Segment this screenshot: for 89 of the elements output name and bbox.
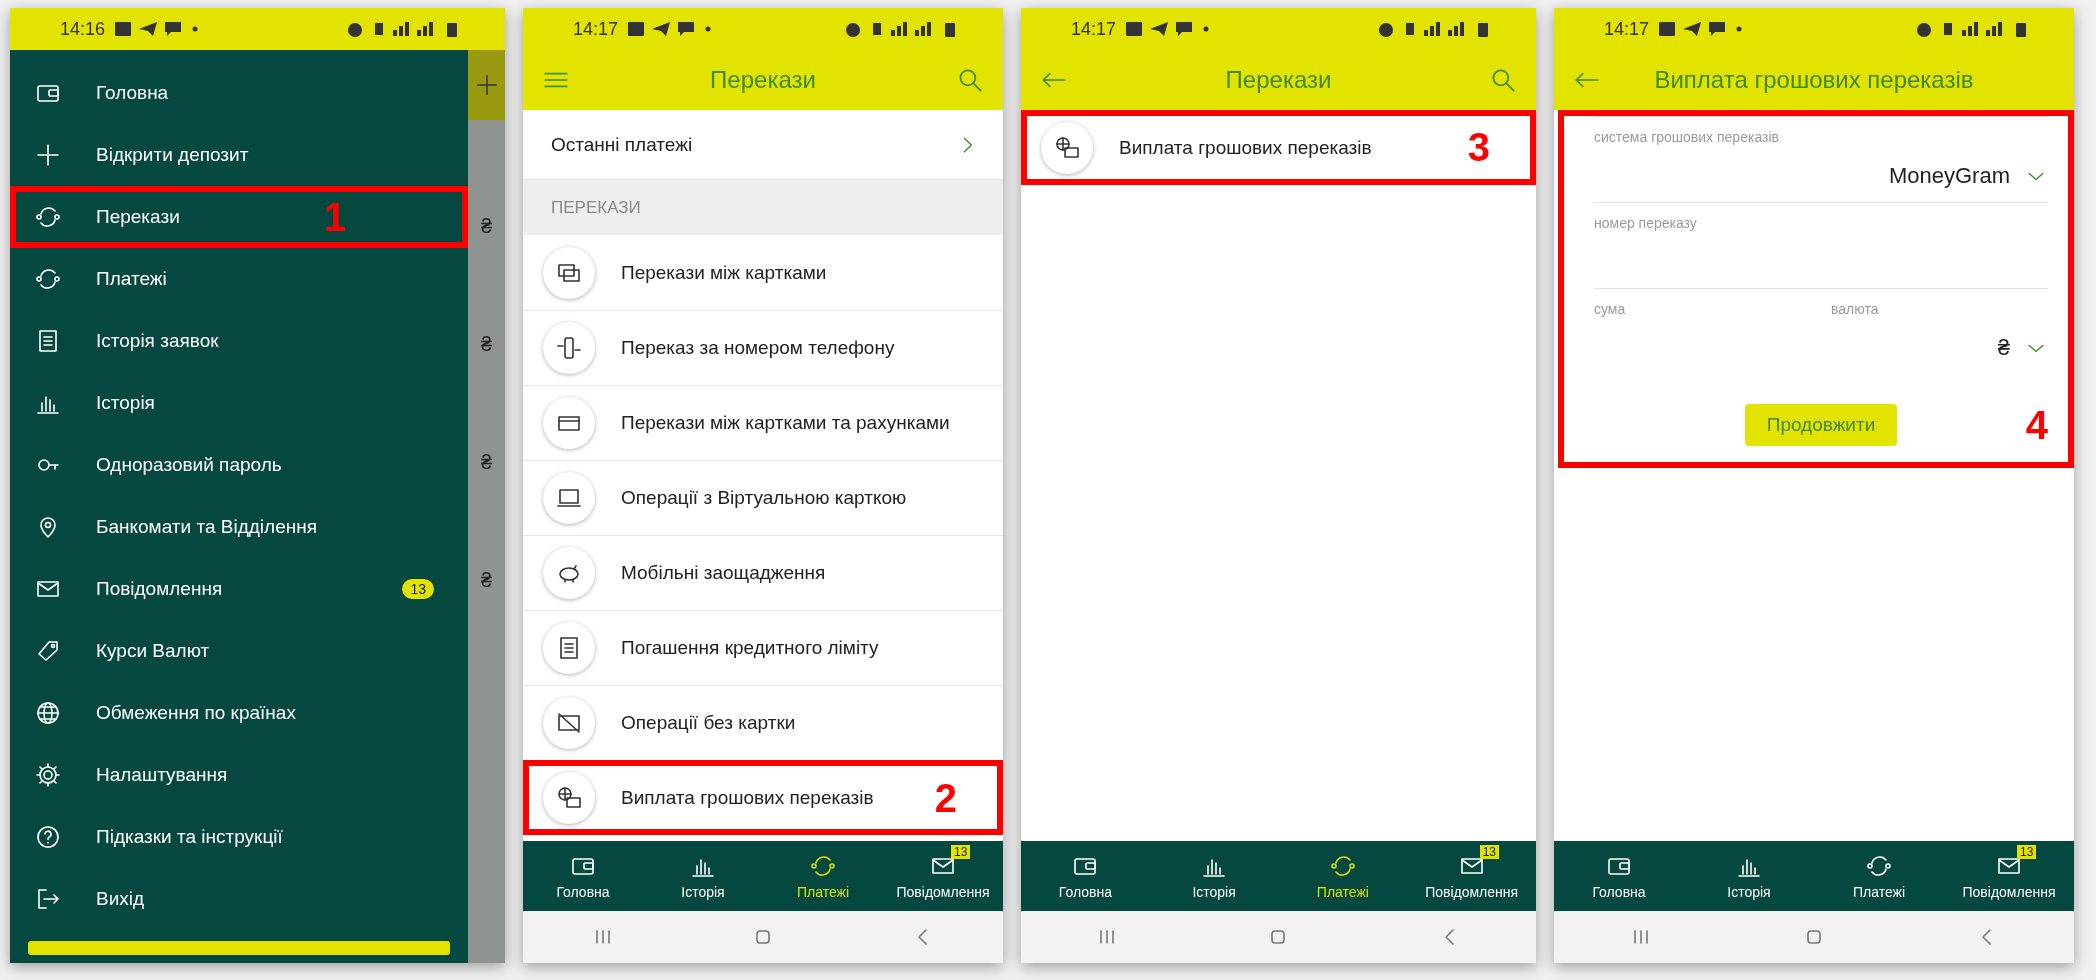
field-label: валюта [1831,301,1880,317]
nav-tab[interactable]: Головна [1554,841,1684,911]
nav-tab[interactable]: Повідомлення 13 [883,841,1003,911]
section-header: ПЕРЕКАЗИ [523,180,1003,235]
field-label: номер переказу [1594,215,1698,231]
list-item-label: Виплата грошових переказів [1119,136,1372,159]
amount-text: ₴ [480,333,493,356]
status-time: 14:17 [1604,18,1650,40]
nav-tab[interactable]: Платежі [1278,841,1408,911]
plus-icon [34,141,62,169]
nav-tab[interactable]: Повідомлення 13 [1944,841,2074,911]
status-time: 14:16 [60,18,106,40]
list-item-label: Погашення кредитного ліміту [621,637,879,659]
list-item-label: Мобільні заощадження [621,562,826,584]
menu-item-label: Історія заявок [96,330,219,352]
menu-item-label: Головна [96,82,169,104]
nav-tab[interactable]: Історія [1684,841,1814,911]
step-number: 2 [934,775,957,821]
screen-title: Виплата грошових переказів [1653,66,1975,94]
status-time: 14:17 [1071,18,1117,40]
menu-item-label: Обмеження по країнах [96,702,296,724]
menu-item-label: Банкомати та Відділення [96,516,317,538]
notification-badge: 13 [1479,845,1499,859]
field-label: сума [1594,301,1627,317]
notification-badge: 13 [951,845,971,859]
menu-item[interactable]: Підказки та інструкції [10,806,468,868]
menu-item[interactable]: Налаштування [10,744,468,806]
menu-item[interactable]: Одноразовий пароль [10,434,468,496]
menu-item[interactable]: Банкомати та Відділення [10,496,468,558]
nav-tab[interactable]: Історія [643,841,763,911]
menu-item-label: Курси Валют [96,640,210,662]
nav-tab[interactable]: Платежі [763,841,883,911]
menu-item-label: Перекази [96,206,180,228]
screen-title: Перекази [1224,66,1333,94]
menu-item[interactable]: Вихід [10,868,468,930]
list-item[interactable]: Виплата грошових переказів 3 [1021,110,1536,185]
screen-title: Перекази [709,66,817,94]
list-item[interactable]: Виплата грошових переказів 2 [523,760,1003,835]
dropdown[interactable]: MoneyGram [1888,163,2048,189]
list-item-label: Перекази між картками [621,261,827,284]
list-item[interactable]: Погашення кредитного ліміту [523,610,1003,685]
step-number: 1 [323,194,346,240]
menu-item-label: Платежі [96,268,167,290]
list-item[interactable]: Операції без картки [523,685,1003,760]
list-item-label: Переказ за номером телефону [621,337,895,359]
step-number: 3 [1467,125,1490,170]
nav-tab[interactable]: Головна [523,841,643,911]
menu-item[interactable]: Курси Валют [10,620,468,682]
menu-item-label: Відкрити депозит [96,144,249,166]
menu-item-label: Налаштування [96,764,228,786]
help-icon [34,823,62,851]
list-item[interactable]: Переказ за номером телефону [523,310,1003,385]
list-item-label: Перекази між картками та рахунками [621,412,950,434]
menu-item-label: Вихід [96,888,145,910]
menu-item[interactable]: Перекази 1 [10,186,468,248]
menu-item[interactable]: Відкрити депозит [10,124,468,186]
nav-tab[interactable]: Головна [1021,841,1150,911]
globe-icon [34,699,62,727]
menu-item-label: Історія [96,392,155,414]
phone-icon [555,334,583,362]
dropdown[interactable]: ₴ [1997,335,2048,361]
nav-tab[interactable]: Платежі [1814,841,1944,911]
list-item[interactable]: Операції з Віртуальною карткою [523,460,1003,535]
list-item[interactable]: Перекази між картками та рахунками [523,385,1003,460]
notification-badge: 13 [402,579,434,599]
menu-item-label: Одноразовий пароль [96,454,282,476]
list-item-label: Операції без картки [621,712,796,734]
menu-item[interactable]: Обмеження по країнах [10,682,468,744]
nav-tab[interactable]: Історія [1149,841,1279,911]
menu-item[interactable]: Головна [10,62,468,124]
nav-tab[interactable]: Повідомлення 13 [1407,841,1536,911]
list-item-label: Виплата грошових переказів [621,787,874,809]
menu-item-label: Підказки та інструкції [96,826,283,848]
amount-text: ₴ [480,451,493,474]
menu-item-label: Повідомлення [96,578,223,600]
list-item[interactable]: Мобільні заощадження [523,535,1003,610]
status-time: 14:17 [573,18,619,40]
list-item-label: Операції з Віртуальною карткою [621,487,907,509]
step-number: 4 [2025,402,2048,448]
menu-item[interactable]: Історія заявок [10,310,468,372]
menu-item[interactable]: Повідомлення 13 [10,558,468,620]
settings-icon [34,761,62,789]
amount-text: ₴ [480,569,493,592]
menu-item[interactable]: Історія [10,372,468,434]
menu-item[interactable]: Платежі [10,248,468,310]
notification-badge: 13 [2017,845,2037,859]
list-item[interactable]: Перекази між картками [523,235,1003,310]
amount-text: ₴ [480,215,493,238]
field-label: система грошових переказів [1594,129,1780,145]
